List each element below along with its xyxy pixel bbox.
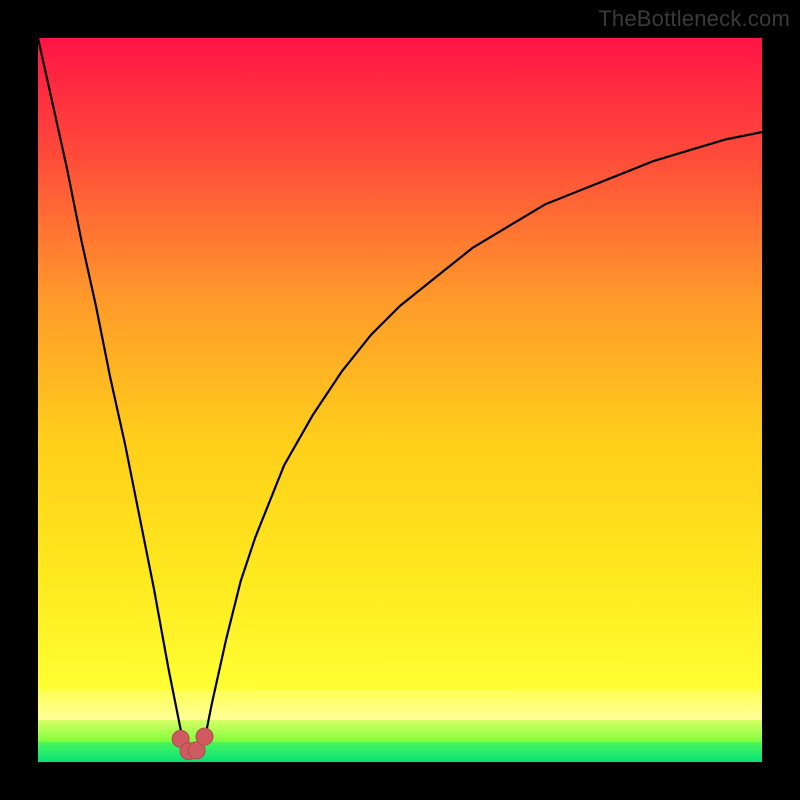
curve-marker (196, 728, 213, 745)
plot-area (38, 38, 762, 762)
curve-markers (172, 728, 213, 759)
watermark-text: TheBottleneck.com (598, 6, 790, 32)
outer-frame: TheBottleneck.com (0, 0, 800, 800)
bottleneck-curve (38, 38, 762, 762)
curve-path (38, 38, 762, 755)
